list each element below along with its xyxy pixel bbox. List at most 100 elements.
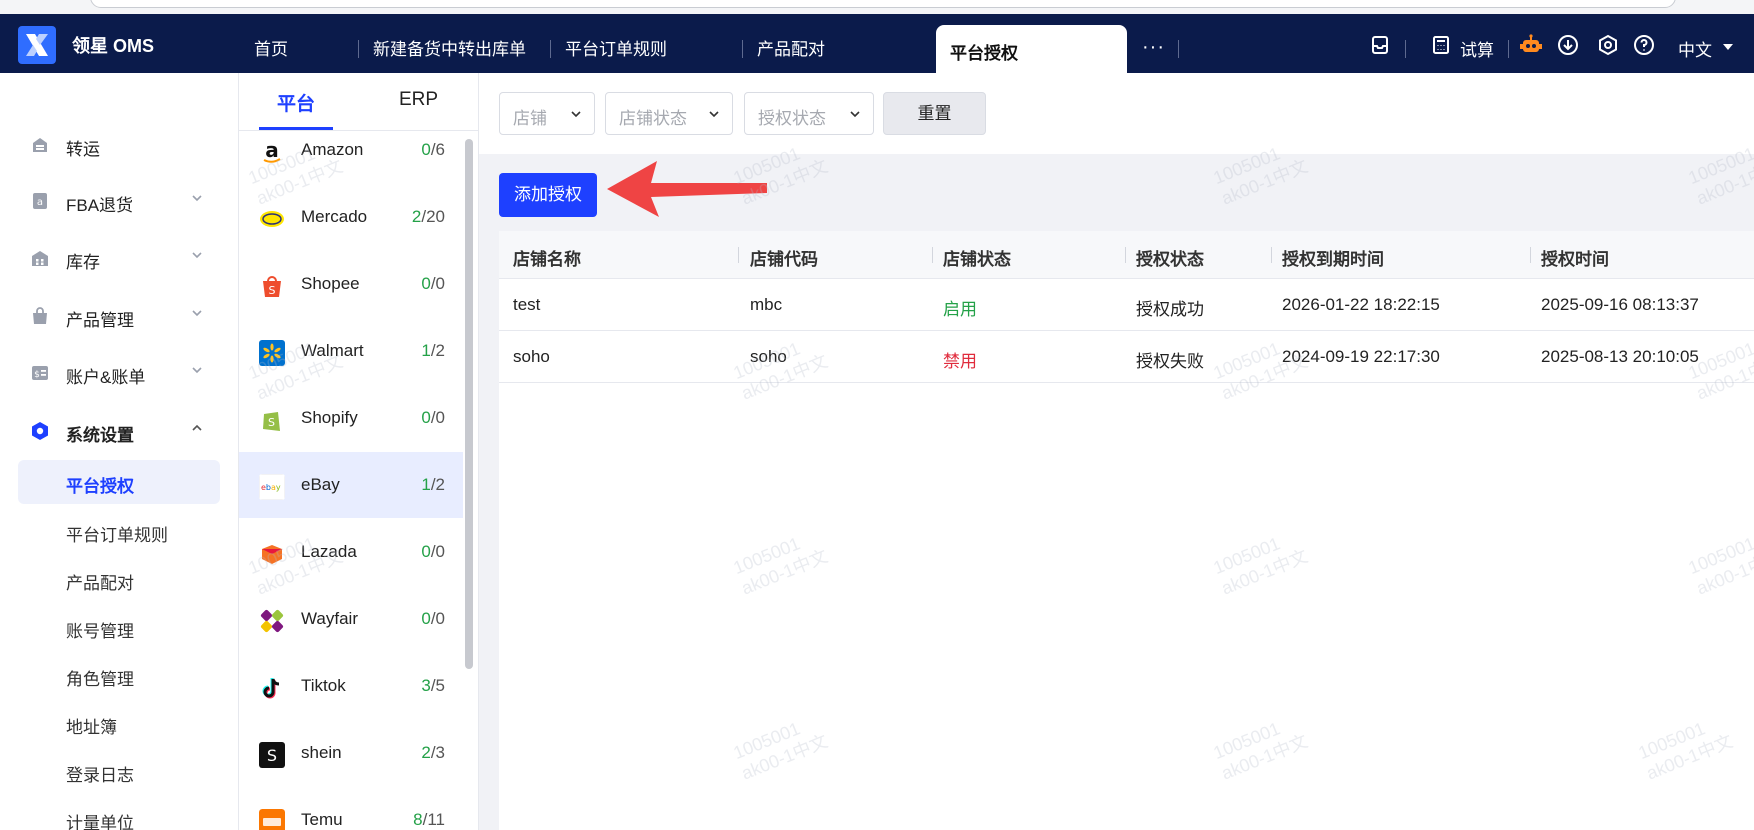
cell-auth-expire: 2026-01-22 18:22:15 [1282,295,1440,314]
cell-store-code: soho [750,347,787,366]
sidebar-sub-address-book[interactable]: 地址簿 [66,713,117,738]
platform-item-lazada[interactable]: Lazada 0/0 [239,519,463,585]
platform-item-shopee[interactable]: S Shopee 0/0 [239,251,463,317]
platform-list-scrollbar[interactable] [465,139,473,669]
store-status-select[interactable]: 店铺状态 [605,92,733,135]
robot-icon[interactable] [1519,34,1542,56]
sidebar-item-label: 系统设置 [66,426,134,445]
bag-icon [33,307,47,324]
sidebar: 转运 a FBA退货 库存 产品管理 $ 账户&账单 系统设置 平台授权 平台订… [0,73,239,830]
cell-store-status: 禁用 [943,352,977,371]
platform-item-temu[interactable]: Temu 8/11 [239,787,463,830]
platform-item-mercado[interactable]: Mercado 2/20 [239,184,463,250]
auth-status-select[interactable]: 授权状态 [744,92,874,135]
chevron-down-icon [709,111,719,118]
add-authorization-button[interactable]: 添加授权 [499,173,597,217]
table-row[interactable]: soho soho 禁用 授权失败 2024-09-19 22:17:30 20… [499,331,1754,383]
platform-count: 0/0 [421,274,445,293]
app-logo[interactable] [18,26,56,64]
platform-name: eBay [301,475,340,494]
sidebar-sub-login-log[interactable]: 登录日志 [66,761,134,786]
col-store-name: 店铺名称 [513,250,581,269]
svg-text:$: $ [34,370,40,380]
platform-item-shopify[interactable]: S Shopify 0/0 [239,385,463,451]
settings-icon[interactable] [1597,34,1619,56]
caret-down-icon[interactable] [1722,40,1734,52]
sidebar-sub-label: 平台授权 [66,477,134,496]
tab-platform-order-rules[interactable]: 平台订单规则 [565,38,667,62]
svg-text:ebay: ebay [261,483,281,492]
col-auth-time: 授权时间 [1541,250,1609,269]
platform-item-amazon[interactable]: a Amazon 0/6 [239,117,463,183]
ebay-logo-icon: ebay [259,474,285,500]
col-store-status: 店铺状态 [943,250,1011,269]
download-icon[interactable] [1557,34,1579,56]
top-nav: 领星 OMS 首页 新建备货中转出库单 平台订单规则 产品配对 平台授权 ···… [0,14,1754,73]
inbox-icon[interactable] [1369,34,1391,56]
language-select[interactable]: 中文 [1678,36,1712,61]
sidebar-item-system-settings[interactable]: 系统设置 [0,411,239,451]
platform-item-ebay[interactable]: ebay eBay 1/2 [239,452,463,518]
svg-text:S: S [268,416,275,429]
platform-item-walmart[interactable]: Walmart 1/2 [239,318,463,384]
brand-name: 领星 OMS [72,36,155,56]
col-divider [1125,247,1126,263]
platform-name: Shopee [301,274,360,293]
sidebar-item-inventory[interactable]: 库存 [0,238,239,278]
platform-name: shein [301,743,342,762]
return-icon: a [33,193,47,209]
chevron-down-icon [192,367,202,374]
sidebar-sub-platform-auth[interactable]: 平台授权 [18,460,220,504]
tab-platform[interactable]: 平台 [277,89,315,116]
shopee-logo-icon: S [263,276,281,297]
tab-divider [550,40,551,58]
sidebar-item-account-billing[interactable]: $ 账户&账单 [0,353,239,393]
address-bar[interactable] [90,0,1676,8]
platform-count: 0/0 [421,408,445,427]
store-select[interactable]: 店铺 [499,92,595,135]
table-header: 店铺名称 店铺代码 店铺状态 授权状态 授权到期时间 授权时间 [499,231,1754,279]
tab-erp[interactable]: ERP [399,89,438,111]
chevron-down-icon [192,310,202,317]
sidebar-sub-units[interactable]: 计量单位 [66,809,134,830]
sidebar-item-transfer[interactable]: 转运 [0,125,239,165]
calculator-icon[interactable] [1430,34,1452,56]
nav-divider [1405,40,1406,58]
cell-store-code: mbc [750,295,783,314]
platform-item-tiktok[interactable]: Tiktok 3/5 [239,653,463,719]
table-row[interactable]: test mbc 启用 授权成功 2026-01-22 18:22:15 202… [499,279,1754,331]
svg-text:a: a [37,197,43,208]
tab-platform-auth[interactable]: 平台授权 [936,25,1127,73]
tab-new-transfer-order[interactable]: 新建备货中转出库单 [373,38,526,62]
sidebar-sub-platform-order-rules[interactable]: 平台订单规则 [66,521,168,546]
sidebar-sub-role-mgmt[interactable]: 角色管理 [66,665,134,690]
sidebar-item-fba-return[interactable]: a FBA退货 [0,181,239,221]
sidebar-sub-product-pairing[interactable]: 产品配对 [66,569,134,594]
sidebar-sub-account-mgmt[interactable]: 账号管理 [66,617,134,642]
sidebar-item-label: 转运 [66,140,100,159]
platform-item-wayfair[interactable]: Wayfair 0/0 [239,586,463,652]
more-tabs-button[interactable]: ··· [1142,36,1165,59]
sidebar-item-label: 账户&账单 [66,368,146,387]
platform-name: Lazada [301,542,357,561]
platform-name: Walmart [301,341,364,360]
sidebar-item-product-mgmt[interactable]: 产品管理 [0,296,239,336]
store-status-placeholder: 店铺状态 [619,109,687,128]
platform-count: 0/6 [421,140,445,159]
chevron-down-icon [192,252,202,259]
nav-divider [1508,40,1509,58]
reset-button[interactable]: 重置 [883,92,986,135]
platform-count: 8/11 [413,810,445,829]
calc-label[interactable]: 试算 [1460,36,1494,61]
tab-product-pairing[interactable]: 产品配对 [757,38,825,62]
bill-icon: $ [32,366,48,380]
platform-name: Mercado [301,207,368,226]
cell-auth-time: 2025-08-13 20:10:05 [1541,347,1699,366]
platform-count: 0/0 [421,609,445,628]
platform-item-shein[interactable]: S shein 2/3 [239,720,463,786]
platform-name: Tiktok [301,676,346,695]
sidebar-item-label: 库存 [66,253,100,272]
help-icon[interactable] [1633,34,1655,56]
annotation-arrow [607,161,767,217]
tab-home[interactable]: 首页 [254,38,288,62]
